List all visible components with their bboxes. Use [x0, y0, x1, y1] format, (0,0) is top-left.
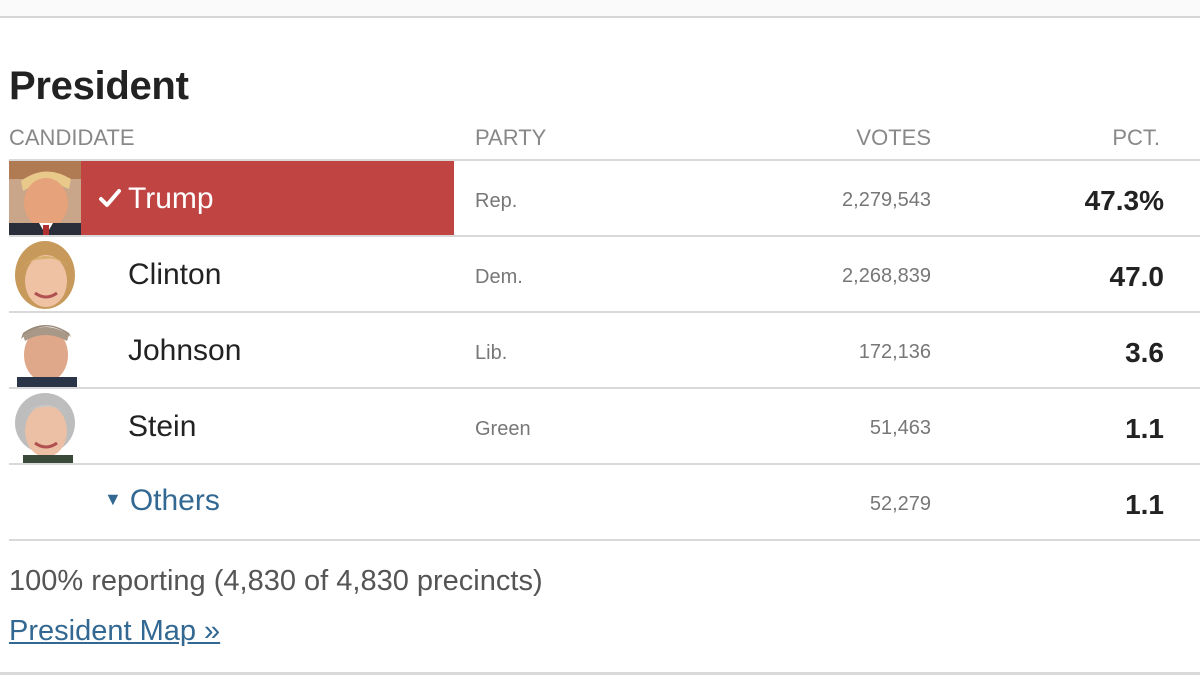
column-pct: PCT.: [1112, 125, 1160, 150]
column-party: PARTY: [475, 125, 547, 150]
others-pct: 1.1: [1125, 489, 1164, 520]
race-title: President: [9, 64, 189, 108]
top-divider: [0, 0, 1200, 18]
president-map-link[interactable]: President Map »: [9, 615, 220, 648]
candidate-name: Clinton: [128, 258, 222, 291]
candidate-pct: 3.6: [1125, 337, 1164, 368]
candidate-pct: 47.0: [1109, 261, 1165, 292]
others-label: Others: [129, 484, 220, 517]
winner-check-icon: [99, 189, 121, 207]
candidate-photo-trump: [9, 161, 81, 235]
others-expand-button[interactable]: ▼ Others: [104, 484, 220, 518]
table-row: Stein Green 51,463 1.1: [9, 389, 1200, 465]
candidate-votes: 2,279,543: [842, 189, 931, 211]
triangle-down-icon: ▼: [104, 489, 122, 509]
candidate-party: Rep.: [475, 190, 518, 212]
candidate-votes: 2,268,839: [842, 265, 931, 287]
candidate-pct: 1.1: [1125, 413, 1164, 444]
candidate-photo-johnson: [9, 313, 81, 387]
candidate-name: Stein: [128, 410, 197, 443]
candidate-party: Dem.: [475, 266, 523, 288]
candidate-votes: 51,463: [869, 417, 931, 439]
others-votes: 52,279: [869, 493, 931, 515]
candidate-pct: 47.3%: [1084, 185, 1164, 216]
candidate-photo-stein: [9, 389, 81, 463]
table-row: Johnson Lib. 172,136 3.6: [9, 313, 1200, 389]
table-row: Trump Rep. 2,279,543 47.3%: [9, 161, 1200, 237]
column-votes: VOTES: [856, 125, 931, 150]
candidate-name: Trump: [128, 182, 214, 215]
table-row-others: ▼ Others 52,279 1.1: [9, 465, 1200, 541]
results-table-header: CANDIDATE PARTY VOTES PCT.: [9, 123, 1200, 161]
candidate-photo-clinton: [9, 237, 81, 311]
table-row: Clinton Dem. 2,268,839 47.0: [9, 237, 1200, 313]
candidate-party: Green: [475, 418, 531, 440]
candidate-party: Lib.: [475, 342, 508, 364]
candidate-name: Johnson: [128, 334, 242, 367]
candidate-votes: 172,136: [858, 341, 931, 363]
reporting-status: 100% reporting (4,830 of 4,830 precincts…: [9, 565, 543, 597]
column-candidate: CANDIDATE: [9, 125, 135, 150]
